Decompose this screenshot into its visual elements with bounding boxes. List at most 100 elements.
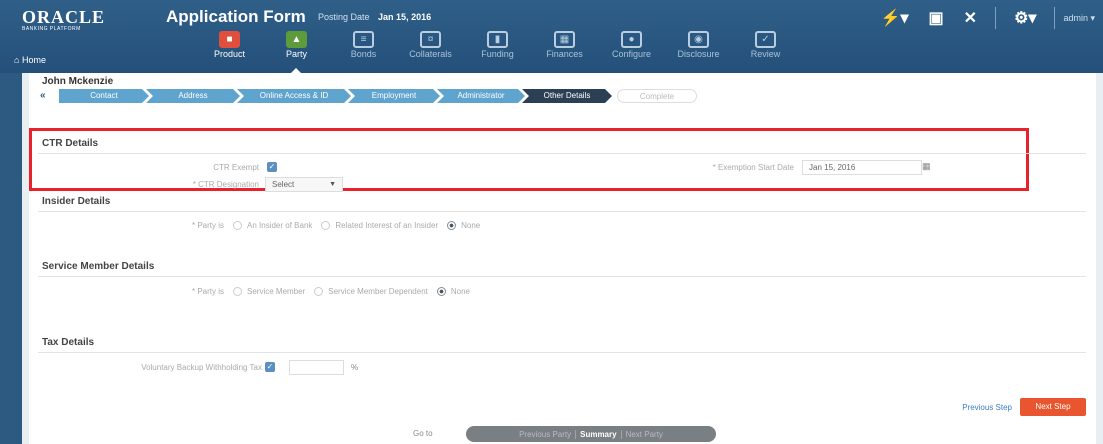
step-label: Contact — [90, 91, 118, 100]
tab-label: Review — [750, 49, 781, 59]
tab-finances[interactable]: ▦ Finances — [531, 26, 598, 64]
radio-button[interactable] — [233, 287, 243, 296]
form-card: John Mckenzie « Contact Address Online A… — [29, 73, 1096, 444]
app-header: ORACLE BANKING PLATFORM Application Form… — [0, 0, 1103, 74]
ctr-exempt-checkbox[interactable]: ✓ — [267, 162, 277, 172]
radio-button[interactable] — [447, 221, 457, 230]
tab-label: Configure — [611, 49, 652, 59]
calendar-icon[interactable]: ▦ — [922, 161, 931, 172]
insider-party-label: * Party is — [192, 221, 225, 230]
tab-funding[interactable]: ▮ Funding — [464, 26, 531, 64]
home-icon: ⌂ — [14, 55, 20, 65]
header-actions: ⚡▾ ▣ ✕ ⚙▾ admin ▾ — [871, 6, 1103, 30]
disclosure-icon: ◉ — [688, 31, 709, 48]
step-label: Employment — [371, 91, 417, 100]
tab-label: Finances — [546, 49, 583, 59]
step-label: Complete — [639, 92, 675, 101]
collateral-icon: ¤ — [420, 31, 441, 48]
divider — [38, 276, 1086, 277]
left-rail — [0, 73, 22, 444]
logo-subtext: BANKING PLATFORM — [22, 26, 81, 32]
review-icon: ✓ — [755, 31, 776, 48]
divider — [995, 7, 997, 29]
tab-label: Product — [213, 49, 246, 59]
party-navigator: Previous Party Summary Next Party — [466, 426, 716, 442]
next-party-button[interactable]: Next Party — [626, 430, 663, 439]
tab-label: Disclosure — [677, 49, 720, 59]
magic-wand-icon[interactable]: ⚡▾ — [881, 8, 909, 28]
posting-date-value: Jan 15, 2016 — [378, 12, 432, 22]
customer-name: John Mckenzie — [42, 76, 114, 87]
document-icon: ≡ — [353, 31, 374, 48]
step-label: Other Details — [543, 91, 591, 100]
radio-label: Related Interest of an Insider — [335, 221, 439, 230]
tab-collaterals[interactable]: ¤ Collaterals — [397, 26, 464, 64]
previous-step-link[interactable]: Previous Step — [962, 403, 1012, 412]
step-contact[interactable]: Contact — [59, 89, 149, 103]
withholding-tax-checkbox[interactable]: ✓ — [265, 362, 275, 372]
radio-button[interactable] — [233, 221, 243, 230]
divider — [38, 352, 1086, 353]
radio-button[interactable] — [314, 287, 324, 296]
configure-icon: ● — [621, 31, 642, 48]
home-link[interactable]: ⌂ Home — [14, 55, 46, 65]
step-complete[interactable]: Complete — [617, 89, 697, 103]
gear-icon[interactable]: ⚙▾ — [1014, 8, 1036, 28]
step-train: Contact Address Online Access & ID Emplo… — [59, 89, 697, 103]
ctr-exempt-label: CTR Exempt — [213, 163, 259, 172]
divider — [38, 153, 1086, 154]
withholding-tax-label: Voluntary Backup Withholding Tax — [141, 363, 262, 372]
radio-button[interactable] — [321, 221, 331, 230]
section-title-insider: Insider Details — [42, 196, 111, 207]
posting-date-label: Posting Date — [318, 12, 370, 22]
step-label: Administrator — [457, 91, 505, 100]
divider — [1054, 7, 1056, 29]
next-step-button[interactable]: Next Step — [1020, 398, 1086, 416]
select-value: Select — [272, 180, 295, 189]
exemption-start-date-label: * Exemption Start Date — [712, 163, 794, 172]
box-icon: ■ — [219, 31, 240, 48]
tab-party[interactable]: ▲ Party — [263, 26, 330, 74]
main-tabs: ■ Product ▲ Party ≡ Bonds ¤ Collaterals … — [196, 26, 799, 74]
radio-label: Service Member Dependent — [328, 287, 428, 296]
tab-label: Collaterals — [409, 49, 452, 59]
user-name: admin — [1063, 12, 1088, 23]
section-title-service-member: Service Member Details — [42, 261, 155, 272]
radio-label: An Insider of Bank — [247, 221, 313, 230]
calculator-icon: ▦ — [554, 31, 575, 48]
tab-label: Bonds — [350, 49, 377, 59]
goto-label: Go to — [413, 429, 433, 438]
step-online-access[interactable]: Online Access & ID — [237, 89, 351, 103]
ctr-designation-select[interactable]: Select ▼ — [265, 177, 343, 192]
step-administrator[interactable]: Administrator — [437, 89, 525, 103]
step-label: Address — [178, 91, 208, 100]
save-icon[interactable]: ▣ — [929, 8, 944, 28]
service-member-party-radios: * Party is Service Member Service Member… — [192, 287, 470, 296]
section-title-tax: Tax Details — [42, 337, 95, 348]
radio-label: None — [450, 287, 470, 296]
funding-icon: ▮ — [487, 31, 508, 48]
tab-review[interactable]: ✓ Review — [732, 26, 799, 64]
ctr-designation-label: * CTR Designation — [192, 180, 259, 189]
divider — [38, 211, 1086, 212]
percent-symbol: % — [351, 363, 359, 372]
withholding-percent-input[interactable] — [289, 360, 344, 375]
summary-button[interactable]: Summary — [575, 429, 622, 439]
tab-configure[interactable]: ● Configure — [598, 26, 665, 64]
step-employment[interactable]: Employment — [348, 89, 440, 103]
close-icon[interactable]: ✕ — [964, 8, 977, 28]
chevron-down-icon: ▼ — [329, 181, 336, 188]
step-other-details[interactable]: Other Details — [522, 89, 612, 103]
radio-label: Service Member — [247, 287, 306, 296]
tab-label: Party — [285, 49, 307, 59]
radio-button[interactable] — [436, 287, 446, 296]
user-menu[interactable]: admin ▾ — [1063, 13, 1095, 24]
step-address[interactable]: Address — [146, 89, 240, 103]
oracle-logo: ORACLE BANKING PLATFORM — [22, 8, 130, 33]
tab-product[interactable]: ■ Product — [196, 26, 263, 64]
tab-bonds[interactable]: ≡ Bonds — [330, 26, 397, 64]
exemption-start-date-input[interactable]: Jan 15, 2016 — [802, 160, 922, 175]
tab-disclosure[interactable]: ◉ Disclosure — [665, 26, 732, 64]
service-member-party-label: * Party is — [192, 287, 225, 296]
previous-party-button[interactable]: Previous Party — [519, 430, 571, 439]
